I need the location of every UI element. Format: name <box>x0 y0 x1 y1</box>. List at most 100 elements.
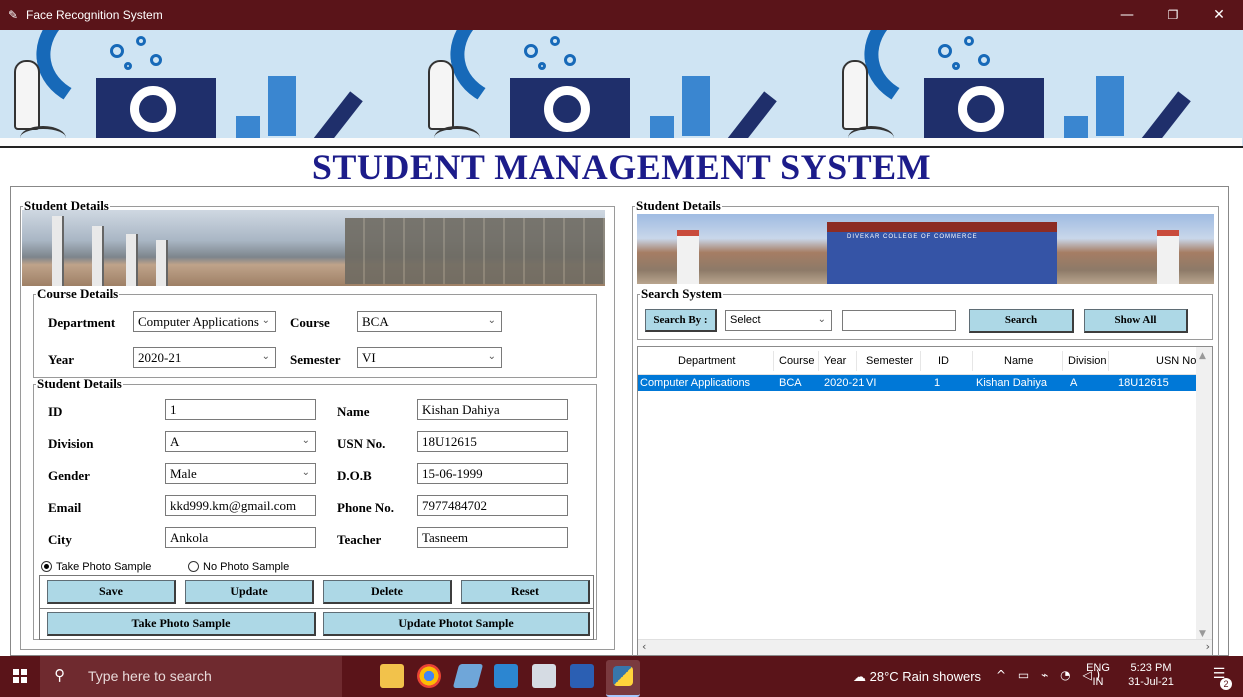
chevron-down-icon: ⌄ <box>261 351 270 362</box>
table-row[interactable]: Computer Applications BCA 2020-21 VI 1 K… <box>638 375 1198 391</box>
search-system-legend: Search System <box>641 286 723 301</box>
search-input[interactable] <box>842 310 956 331</box>
banner-illustration <box>0 30 414 146</box>
notification-icon[interactable]: ☰ 2 <box>1208 666 1232 690</box>
region-code: IN <box>1092 676 1104 688</box>
update-button[interactable]: Update <box>185 580 314 604</box>
vertical-scrollbar[interactable]: ▲ ▼ <box>1196 347 1212 641</box>
banner-illustration <box>414 30 828 146</box>
student-table: Department Course Year Semester ID Name … <box>637 346 1213 656</box>
notification-badge: 2 <box>1220 678 1232 690</box>
table-cell: Kishan Dahiya <box>976 377 1047 389</box>
column-header[interactable]: Name <box>1004 355 1033 367</box>
division-value: A <box>170 434 180 449</box>
radio-selected-icon <box>41 561 52 572</box>
usn-label: USN No. <box>337 436 386 451</box>
horizontal-scrollbar[interactable]: ‹ › <box>638 639 1212 655</box>
feather-icon: ✎ <box>8 8 19 22</box>
battery-icon[interactable]: ▭ <box>1018 668 1033 682</box>
minimize-button[interactable]: — <box>1104 0 1150 30</box>
semester-value: VI <box>362 350 376 365</box>
no-photo-radio[interactable]: No Photo Sample <box>188 561 289 573</box>
dob-field[interactable]: 15-06-1999 <box>417 463 568 484</box>
search-by-label: Search By : <box>645 309 717 332</box>
gender-select[interactable]: Male ⌄ <box>165 463 316 484</box>
semester-select[interactable]: VI ⌄ <box>357 347 502 368</box>
take-photo-sample-button[interactable]: Take Photo Sample <box>47 612 316 636</box>
column-header[interactable]: Course <box>779 355 814 367</box>
weather-widget[interactable]: ☁ 28°C Rain showers <box>853 669 981 685</box>
reset-button[interactable]: Reset <box>461 580 590 604</box>
cloud-icon: ☁ <box>853 670 866 685</box>
id-label: ID <box>48 404 63 419</box>
column-header[interactable]: USN No <box>1156 355 1196 367</box>
year-value: 2020-21 <box>138 350 182 365</box>
system-tray: ☁ 28°C Rain showers ^ ▭ ⌁ ◔ ◁) ENG IN 5:… <box>0 656 1243 697</box>
course-label: Course <box>290 315 330 330</box>
gear-icon <box>958 86 1004 132</box>
scroll-up-icon[interactable]: ▲ <box>1199 351 1206 361</box>
course-value: BCA <box>362 314 389 329</box>
column-header[interactable]: Semester <box>866 355 913 367</box>
close-button[interactable]: ✕ <box>1196 0 1242 30</box>
usn-field[interactable]: 18U12615 <box>417 431 568 452</box>
id-field[interactable]: 1 <box>165 399 316 420</box>
maximize-button[interactable]: ❐ <box>1150 0 1196 30</box>
year-select[interactable]: 2020-21 ⌄ <box>133 347 276 368</box>
gear-icon <box>544 86 590 132</box>
language-indicator[interactable]: ENG IN <box>1083 661 1113 689</box>
scroll-left-icon[interactable]: ‹ <box>642 640 646 653</box>
chevron-down-icon: ⌄ <box>261 315 270 326</box>
table-cell: Computer Applications <box>640 377 751 389</box>
network-icon[interactable]: ⌁ <box>1041 668 1052 682</box>
scroll-down-icon[interactable]: ▼ <box>1199 629 1206 639</box>
delete-button[interactable]: Delete <box>323 580 452 604</box>
column-header[interactable]: ID <box>938 355 949 367</box>
no-photo-radio-label: No Photo Sample <box>203 561 290 573</box>
name-label: Name <box>337 404 370 419</box>
semester-label: Semester <box>290 352 341 367</box>
city-label: City <box>48 532 72 547</box>
table-cell: 1 <box>934 377 941 389</box>
column-header[interactable]: Department <box>678 355 735 367</box>
department-value: Computer Applications <box>138 314 259 329</box>
column-header[interactable]: Year <box>824 355 846 367</box>
scroll-right-icon[interactable]: › <box>1206 640 1210 653</box>
chevron-down-icon: ⌄ <box>301 435 310 446</box>
wifi-icon[interactable]: ◔ <box>1060 668 1074 682</box>
chevron-up-icon[interactable]: ^ <box>996 668 1010 682</box>
city-field[interactable]: Ankola <box>165 527 316 548</box>
column-header[interactable]: Division <box>1068 355 1107 367</box>
teacher-field[interactable]: Tasneem <box>417 527 568 548</box>
search-by-value: Select <box>730 314 761 326</box>
chevron-down-icon: ⌄ <box>487 351 496 362</box>
phone-field[interactable]: 7977484702 <box>417 495 568 516</box>
division-select[interactable]: A ⌄ <box>165 431 316 452</box>
gear-icon <box>130 86 176 132</box>
college-gate-photo: DIVEKAR COLLEGE OF COMMERCE <box>637 214 1214 284</box>
take-photo-radio-label: Take Photo Sample <box>56 561 152 573</box>
take-photo-radio[interactable]: Take Photo Sample <box>41 561 151 573</box>
show-all-button[interactable]: Show All <box>1084 309 1188 333</box>
page-title: STUDENT MANAGEMENT SYSTEM <box>311 147 932 187</box>
search-by-select[interactable]: Select ⌄ <box>725 310 832 331</box>
chevron-down-icon: ⌄ <box>817 314 826 325</box>
student-details-legend: Student Details <box>37 376 122 391</box>
teacher-label: Teacher <box>337 532 382 547</box>
course-select[interactable]: BCA ⌄ <box>357 311 502 332</box>
name-field[interactable]: Kishan Dahiya <box>417 399 568 420</box>
phone-label: Phone No. <box>337 500 395 515</box>
radio-empty-icon <box>188 561 199 572</box>
save-button[interactable]: Save <box>47 580 176 604</box>
taskbar: ⚲ Type here to search ☁ 28°C Rain shower… <box>0 656 1243 697</box>
table-cell: BCA <box>779 377 802 389</box>
clock[interactable]: 5:23 PM 31-Jul-21 <box>1121 661 1181 689</box>
gender-value: Male <box>170 466 197 481</box>
department-select[interactable]: Computer Applications ⌄ <box>133 311 276 332</box>
chevron-down-icon: ⌄ <box>301 467 310 478</box>
course-details-legend: Course Details <box>37 286 119 301</box>
table-cell: 18U12615 <box>1118 377 1169 389</box>
update-photo-sample-button[interactable]: Update Photot Sample <box>323 612 590 636</box>
email-field[interactable]: kkd999.km@gmail.com <box>165 495 316 516</box>
search-button[interactable]: Search <box>969 309 1074 333</box>
